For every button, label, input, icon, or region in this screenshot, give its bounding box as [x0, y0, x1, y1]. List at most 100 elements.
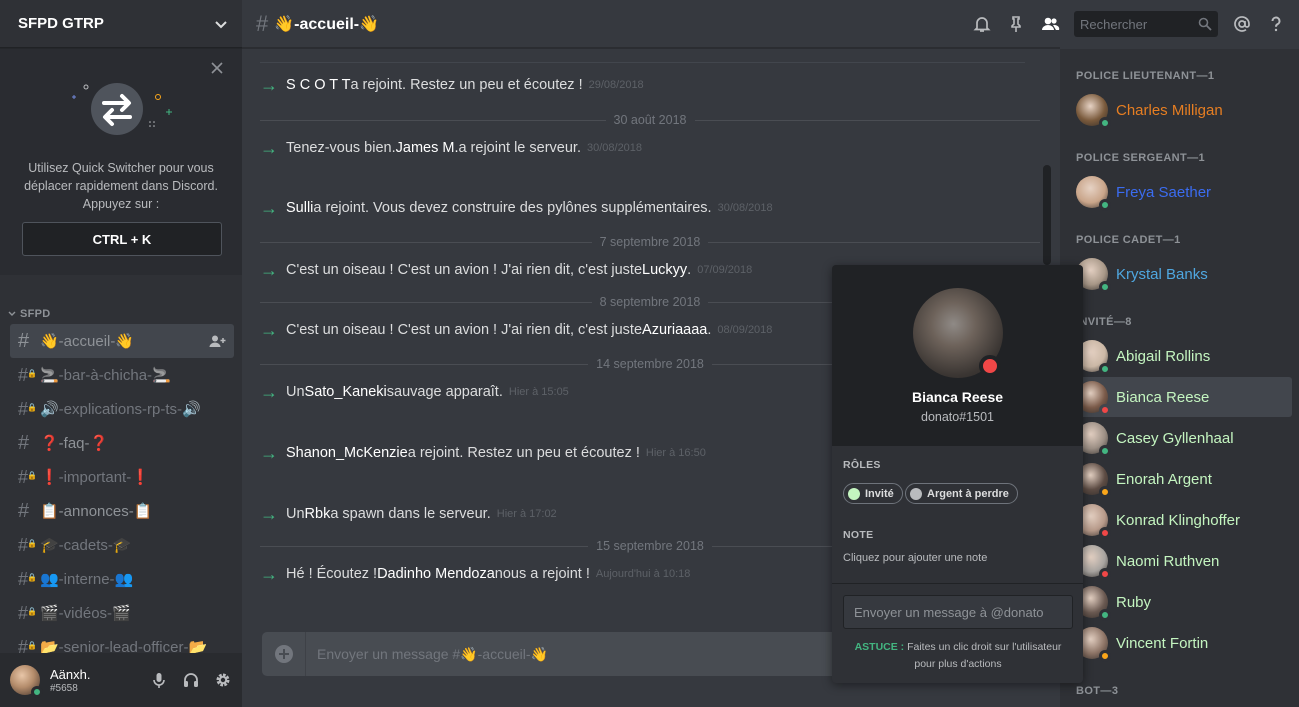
search-icon: [1198, 17, 1212, 31]
divider-line: [260, 363, 589, 365]
channel-item[interactable]: # 🔒 🎓-cadets-🎓: [10, 528, 234, 562]
member-name: Konrad Klinghoffer: [1116, 511, 1240, 529]
scrollbar[interactable]: [1043, 165, 1051, 265]
join-arrow-icon: →: [260, 260, 278, 280]
member-name-link[interactable]: S C O T T: [286, 77, 350, 93]
status-idle-icon: [1099, 486, 1111, 498]
headphones-icon[interactable]: [182, 671, 200, 689]
help-icon[interactable]: [1266, 14, 1286, 34]
note-input[interactable]: Cliquez pour ajouter une note: [843, 552, 987, 564]
member-item[interactable]: Naomi Ruthven: [1068, 541, 1292, 581]
member-name-link[interactable]: Rbk: [305, 506, 331, 522]
channel-label: 🎬-vidéos-🎬: [40, 605, 131, 622]
member-item[interactable]: Enorah Argent: [1068, 459, 1292, 499]
chevron-down-icon: [8, 311, 16, 316]
role-color-dot: [910, 487, 922, 500]
member-name: Casey Gyllenhaal: [1116, 429, 1234, 447]
add-user-icon[interactable]: [208, 334, 226, 348]
member-name-link[interactable]: Dadinho Mendoza: [377, 566, 495, 582]
direct-message-input[interactable]: Envoyer un message à @donato: [843, 595, 1073, 629]
member-item[interactable]: Casey Gyllenhaal: [1068, 418, 1292, 458]
message-text: C'est un oiseau ! C'est un avion ! J'ai …: [286, 262, 643, 278]
mention-icon[interactable]: [1232, 14, 1252, 34]
timestamp: Aujourd'hui à 10:18: [595, 568, 691, 580]
channel-hash-icon: #: [18, 499, 30, 522]
divider: [260, 62, 1025, 63]
channel-item[interactable]: # 🔒 🔊-explications-rp-ts-🔊: [10, 392, 234, 426]
guild-header[interactable]: SFPD GTRP: [0, 0, 242, 48]
channel-item[interactable]: # 👋-accueil-👋: [10, 324, 234, 358]
pin-icon[interactable]: [1006, 14, 1026, 34]
member-item[interactable]: Freya Saether: [1068, 172, 1292, 212]
member-item[interactable]: Krystal Banks: [1068, 254, 1292, 294]
status-online-icon: [1099, 281, 1111, 293]
member-item[interactable]: Ruby: [1068, 582, 1292, 622]
date-label: 7 septembre 2018: [599, 235, 701, 249]
timestamp: Hier à 17:02: [496, 508, 557, 520]
user-panel: Aänxh. #5658: [0, 653, 242, 707]
join-message: → Sulli a rejoint. Vous devez construire …: [260, 199, 1045, 217]
channel-item[interactable]: # 🔒 ❗-important-❗: [10, 460, 234, 494]
user-tag: #5658: [50, 682, 78, 694]
channel-item[interactable]: # 🔒 🚬-bar-à-chicha-🚬: [10, 358, 234, 392]
role-pill[interactable]: Argent à perdre: [905, 483, 1018, 504]
bell-icon[interactable]: [972, 14, 992, 34]
date-divider: 30 août 2018: [260, 113, 1040, 127]
message-text: a spawn dans le serveur.: [330, 506, 491, 522]
role-pill[interactable]: Invité: [843, 483, 903, 504]
search-input[interactable]: Rechercher: [1074, 11, 1218, 37]
lock-icon: 🔒: [27, 369, 37, 378]
member-name-link[interactable]: Sulli: [286, 200, 313, 216]
channel-item[interactable]: # ❓-faq-❓: [10, 426, 234, 460]
members-icon[interactable]: [1040, 14, 1060, 34]
member-group-header: POLICE LIEUTENANT—1: [1076, 70, 1215, 82]
avatar[interactable]: [10, 665, 43, 698]
status-dnd-icon: [1099, 568, 1111, 580]
close-icon[interactable]: [210, 61, 224, 75]
category-header[interactable]: SFPD: [8, 308, 51, 320]
channel-item[interactable]: # 🔒 🎬-vidéos-🎬: [10, 596, 234, 630]
channel-item[interactable]: # 🔒 👥-interne-👥: [10, 562, 234, 596]
settings-gear-icon[interactable]: [214, 671, 232, 689]
status-online-icon: [1099, 609, 1111, 621]
channel-label: ❗-important-❗: [40, 469, 150, 486]
member-name-link[interactable]: James M.: [396, 140, 459, 156]
message-text: a rejoint le serveur.: [458, 140, 581, 156]
member-name: Abigail Rollins: [1116, 347, 1211, 365]
channel-hash-icon: #: [256, 10, 269, 36]
channel-item[interactable]: # 📋-annonces-📋: [10, 494, 234, 528]
status-dnd-icon: [979, 355, 1001, 377]
member-group-header: POLICE SERGEANT—1: [1076, 152, 1206, 164]
timestamp: 29/08/2018: [588, 79, 644, 91]
status-idle-icon: [1099, 650, 1111, 662]
channel-header: # 👋-accueil-👋: [242, 0, 1060, 48]
member-name-link[interactable]: Sato_Kaneki: [305, 384, 387, 400]
divider-line: [260, 241, 592, 243]
member-item[interactable]: Abigail Rollins: [1068, 336, 1292, 376]
username: Aänxh.: [50, 666, 91, 682]
member-group-header: POLICE CADET—1: [1076, 234, 1181, 246]
member-name-link[interactable]: Shanon_McKenzie: [286, 445, 408, 461]
message-text: Hé ! Écoutez !: [286, 566, 378, 582]
message-text: a rejoint. Vous devez construire des pyl…: [313, 200, 712, 216]
member-item[interactable]: Charles Milligan: [1068, 90, 1292, 130]
member-item[interactable]: Bianca Reese: [1068, 377, 1292, 417]
member-item[interactable]: Konrad Klinghoffer: [1068, 500, 1292, 540]
shortcut-button[interactable]: CTRL + K: [22, 222, 222, 256]
plus-circle-icon: [274, 645, 293, 663]
timestamp: 30/08/2018: [717, 202, 773, 214]
message-text: C'est un oiseau ! C'est un avion ! J'ai …: [286, 322, 643, 338]
join-message: → Tenez-vous bien. James M. a rejoint le …: [260, 139, 1045, 157]
date-label: 15 septembre 2018: [596, 539, 704, 553]
date-divider: 7 septembre 2018: [260, 235, 1041, 249]
microphone-icon[interactable]: [150, 671, 168, 689]
message-text: Un: [286, 384, 305, 400]
upload-button[interactable]: [262, 632, 306, 676]
member-name-link[interactable]: Luckyy: [642, 262, 687, 278]
date-label: 14 septembre 2018: [596, 357, 704, 371]
member-name-link[interactable]: Azuriaaaa: [642, 322, 707, 338]
member-item[interactable]: Vincent Fortin: [1068, 623, 1292, 663]
message-text: Tenez-vous bien.: [286, 140, 396, 156]
tip-text: Faites un clic droit sur l'utilisateur p…: [904, 641, 1062, 670]
category-label: SFPD: [20, 308, 51, 320]
